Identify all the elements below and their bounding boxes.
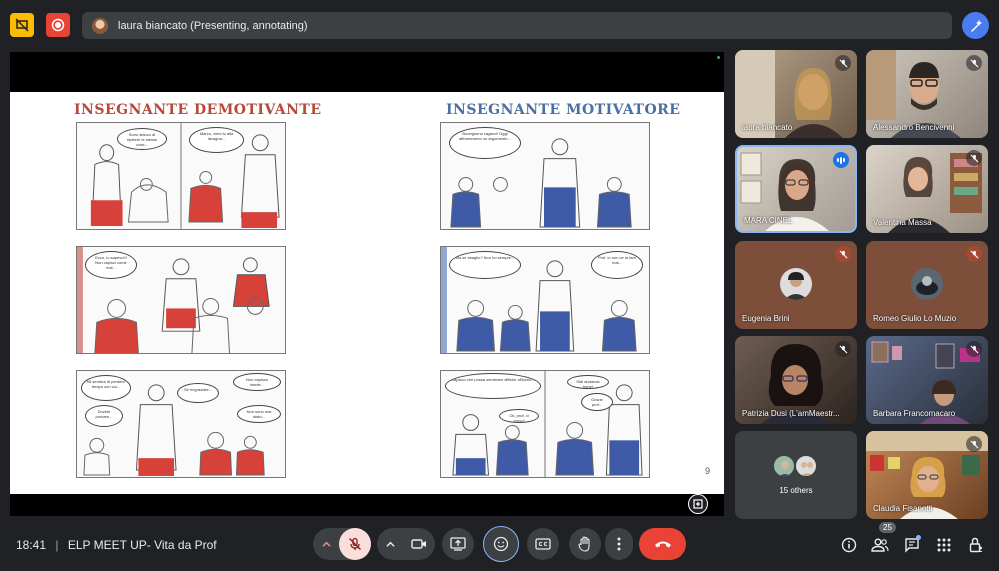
clock-time: 18:41: [16, 538, 47, 552]
emoji-icon: [493, 536, 509, 552]
presentation-off-icon[interactable]: [10, 13, 34, 37]
participant-name: Claudia Fisanotti: [873, 504, 933, 513]
slide-right-title: INSEGNANTE MOTIVATORE: [446, 102, 681, 118]
raise-hand-button[interactable]: [569, 528, 601, 560]
participant-avatar: [780, 268, 812, 300]
comic-panel-right-3: Capisco che possa sembrare difficile all…: [440, 370, 650, 478]
participant-name: MARA CINEL: [744, 216, 793, 225]
present-screen-icon: [450, 537, 466, 551]
mic-toggle-button[interactable]: [339, 528, 371, 560]
participant-name: Barbara Francomacaro: [873, 409, 956, 418]
chat-notification-dot: [916, 535, 921, 540]
recording-icon[interactable]: [46, 13, 70, 37]
participant-tile[interactable]: laura biancato: [735, 50, 857, 138]
participant-tile[interactable]: Valentina Massa: [866, 145, 988, 233]
participant-name: Patrizia Dusi (L'amMaestr...: [742, 409, 840, 418]
participant-tile[interactable]: Alessandro Bencivenni: [866, 50, 988, 138]
camera-toggle-button[interactable]: [403, 528, 435, 560]
captions-icon: [535, 538, 551, 550]
others-count: 15 others: [779, 486, 813, 495]
mic-off-icon: [966, 55, 982, 71]
mic-off-icon: [835, 55, 851, 71]
participant-tile[interactable]: Claudia Fisanotti: [866, 431, 988, 519]
comic-panel-left-1: Sono stanco di ripetere le stesse cose..…: [76, 122, 286, 230]
annotate-button[interactable]: [962, 12, 989, 39]
separator: |: [55, 538, 59, 552]
lock-person-icon: [969, 537, 983, 553]
reactions-button[interactable]: [483, 526, 519, 562]
pen-icon: [970, 19, 982, 32]
info-icon: [841, 537, 857, 553]
mic-off-icon: [835, 341, 851, 357]
presenter-avatar: [92, 17, 108, 34]
participant-avatar: [911, 268, 943, 300]
chat-button[interactable]: [902, 535, 922, 555]
participant-tile-active-speaker[interactable]: MARA CINEL: [735, 145, 857, 233]
people-icon: [871, 538, 889, 552]
participant-tile[interactable]: Eugenia Brini: [735, 241, 857, 329]
slide-left-title: INSEGNANTE DEMOTIVANTE: [74, 102, 322, 118]
host-controls-button[interactable]: [966, 535, 986, 555]
camera-icon: [411, 539, 426, 549]
meeting-details-button[interactable]: [839, 535, 859, 555]
participant-name: Eugenia Brini: [742, 314, 790, 323]
end-call-icon: [654, 541, 671, 548]
mic-off-icon: [966, 150, 982, 166]
slide-navigation-button[interactable]: [688, 494, 708, 514]
speaking-indicator-icon: [833, 152, 849, 168]
shared-slide: INSEGNANTE DEMOTIVANTE INSEGNANTE MOTIVA…: [10, 92, 724, 494]
presenter-text: laura biancato (Presenting, annotating): [118, 19, 308, 32]
participant-name: Alessandro Bencivenni: [873, 123, 955, 132]
mic-off-icon: [349, 537, 361, 550]
slide-page-number: 9: [704, 466, 710, 476]
hand-icon: [578, 536, 590, 552]
meeting-info: 18:41 | ELP MEET UP- Vita da Prof: [16, 538, 217, 552]
mic-off-icon: [966, 436, 982, 452]
mic-control-group: [313, 528, 371, 560]
camera-options-button[interactable]: [377, 528, 403, 560]
status-dot: [717, 56, 720, 59]
participant-name: Romeo Giulio Lo Muzio: [873, 314, 957, 323]
meeting-name: ELP MEET UP- Vita da Prof: [67, 538, 217, 552]
camera-control-group: [377, 528, 435, 560]
others-avatar: [795, 455, 817, 477]
participant-tile[interactable]: Barbara Francomacaro: [866, 336, 988, 424]
chevron-up-icon: [321, 541, 331, 547]
comic-panel-left-3: Mi sembra di perdere tempo con voi... Se…: [76, 370, 286, 478]
presenter-bar: laura biancato (Presenting, annotating): [82, 12, 952, 39]
slides-icon: [693, 499, 703, 509]
people-button[interactable]: [870, 535, 890, 555]
comic-panel-right-2: Ma se sbaglio? Non ho sempre... Prof. io…: [440, 246, 650, 354]
activities-button[interactable]: [934, 535, 954, 555]
others-avatar: [773, 455, 795, 477]
participant-name: Valentina Massa: [873, 218, 932, 227]
captions-button[interactable]: [527, 528, 559, 560]
chevron-up-icon: [385, 541, 395, 547]
mic-off-icon: [835, 246, 851, 262]
presentation-stage: INSEGNANTE DEMOTIVANTE INSEGNANTE MOTIVA…: [10, 52, 724, 516]
grid-apps-icon: [937, 538, 951, 552]
comic-panel-left-2: Ecco, lo sapevo!!! Non capisci come mai.…: [76, 246, 286, 354]
mic-off-icon: [966, 246, 982, 262]
participant-count-badge: 25: [879, 522, 896, 533]
mic-off-icon: [966, 341, 982, 357]
participant-tile[interactable]: Romeo Giulio Lo Muzio: [866, 241, 988, 329]
more-vert-icon: [617, 537, 621, 551]
leave-call-button[interactable]: [639, 528, 686, 560]
more-options-button[interactable]: [605, 528, 633, 560]
participant-tile[interactable]: Patrizia Dusi (L'amMaestr...: [735, 336, 857, 424]
present-screen-button[interactable]: [442, 528, 474, 560]
participant-name: laura biancato: [742, 123, 793, 132]
comic-panel-right-1: Buongiorno ragazzi! Oggi affronteremo un…: [440, 122, 650, 230]
mic-options-button[interactable]: [313, 528, 339, 560]
others-tile[interactable]: 15 others: [735, 431, 857, 519]
